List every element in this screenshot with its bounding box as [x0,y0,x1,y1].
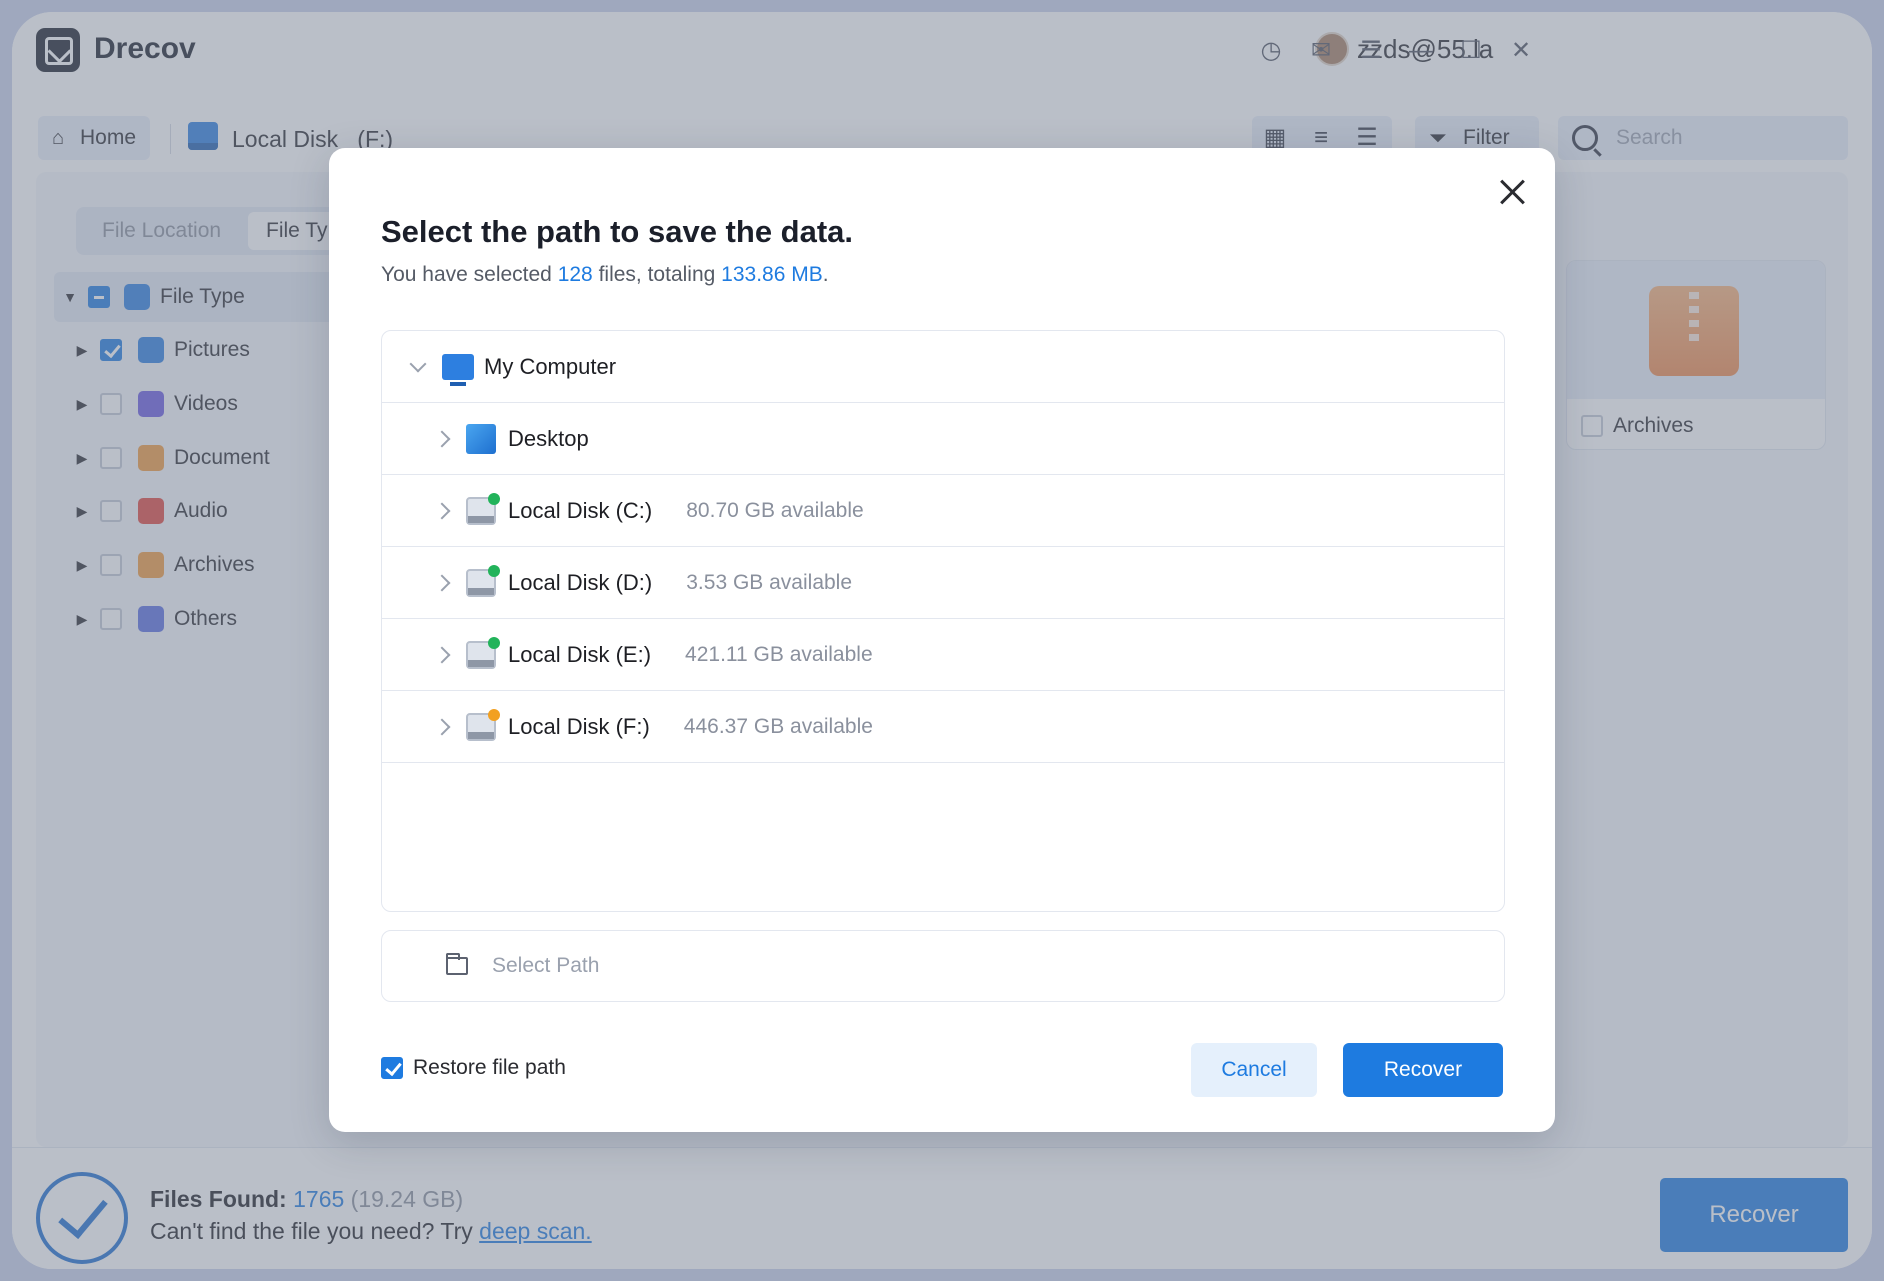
chevron-right-icon[interactable] [432,645,452,665]
hard-drive-icon [466,708,500,741]
dialog-subtitle: You have selected 128 files, totaling 13… [381,263,829,287]
save-path-dialog: Select the path to save the data. You ha… [329,148,1555,1132]
chevron-down-icon[interactable] [408,357,428,377]
location-label: Local Disk (E:) [508,641,652,667]
location-label: My Computer [484,353,617,379]
drive-status-badge [488,708,500,721]
drive-status-badge [488,636,500,649]
available-space: 3.53 GB available [686,570,853,594]
location-tree: My Computer Desktop Local Disk (C:) 80.7… [381,330,1505,912]
chevron-right-icon[interactable] [432,429,452,449]
dialog-recover-button[interactable]: Recover [1343,1043,1503,1097]
location-disk-f[interactable]: Local Disk (F:) 446.37 GB available [382,691,1504,763]
hard-drive-icon [466,636,500,669]
dialog-title: Select the path to save the data. [381,214,854,249]
restore-file-path-checkbox[interactable] [381,1057,403,1079]
location-disk-c[interactable]: Local Disk (C:) 80.70 GB available [382,475,1504,547]
location-desktop[interactable]: Desktop [382,403,1504,475]
selected-size: 133.86 MB [721,263,823,286]
select-path-field[interactable]: Select Path [381,930,1505,1002]
desktop-icon [466,423,496,454]
drive-status-badge [488,564,500,577]
available-space: 80.70 GB available [686,498,864,522]
restore-file-path-label: Restore file path [413,1056,566,1079]
computer-icon [442,353,474,386]
location-my-computer[interactable]: My Computer [382,331,1504,403]
subtitle-suffix: . [822,263,829,286]
location-label: Local Disk (C:) [508,497,653,523]
available-space: 421.11 GB available [685,642,873,666]
chevron-right-icon[interactable] [432,501,452,521]
drive-status-badge [488,492,500,505]
dialog-close-icon[interactable] [1492,172,1532,212]
subtitle-prefix: You have selected [381,263,558,286]
folder-icon [446,953,468,975]
chevron-right-icon[interactable] [432,717,452,737]
location-label: Desktop [508,425,589,451]
hard-drive-icon [466,564,500,597]
location-disk-e[interactable]: Local Disk (E:) 421.11 GB available [382,619,1504,691]
subtitle-mid: files, totaling [592,263,722,286]
selected-count: 128 [557,263,593,286]
chevron-right-icon[interactable] [432,573,452,593]
cancel-button[interactable]: Cancel [1191,1043,1317,1097]
select-path-placeholder: Select Path [492,954,600,977]
location-disk-d[interactable]: Local Disk (D:) 3.53 GB available [382,547,1504,619]
location-label: Local Disk (D:) [508,569,653,595]
hard-drive-icon [466,492,500,525]
restore-file-path-option[interactable]: Restore file path [381,1056,566,1080]
location-label: Local Disk (F:) [508,713,650,739]
available-space: 446.37 GB available [683,714,873,738]
